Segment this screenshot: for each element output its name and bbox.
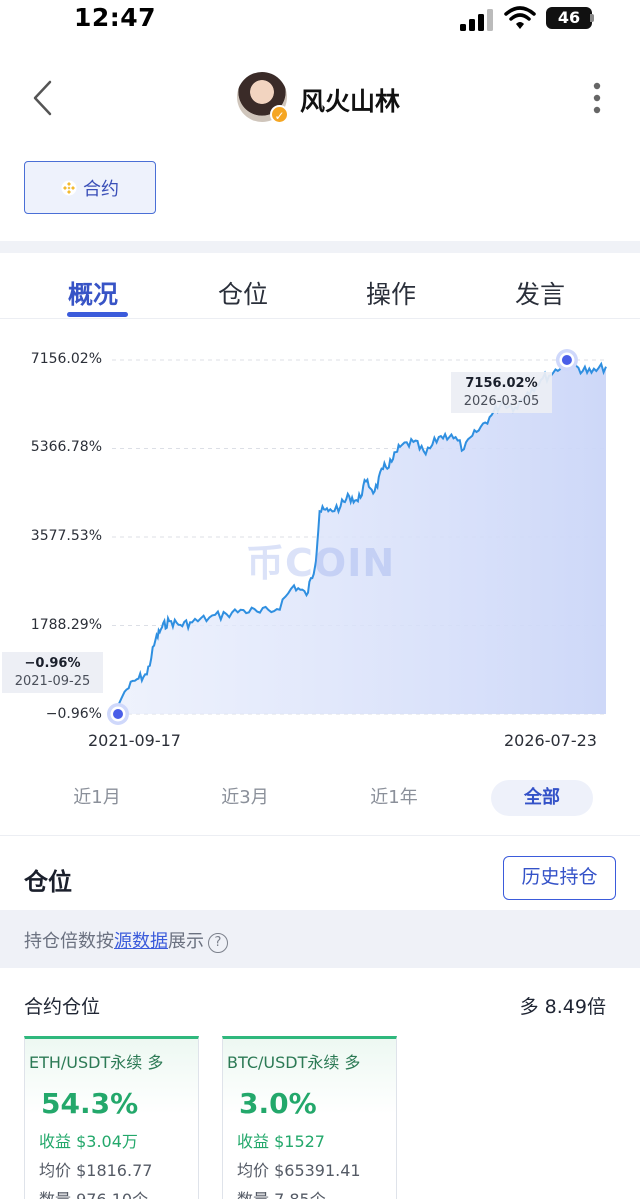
y-tick-label: 1788.29% xyxy=(30,617,102,633)
range-all[interactable]: 全部 xyxy=(491,780,593,816)
verified-badge-icon: ✓ xyxy=(270,105,289,124)
watermark: 币COIN xyxy=(246,541,396,585)
position-quantity: 数量 976.10个 xyxy=(39,1186,198,1199)
active-tab-indicator xyxy=(67,312,128,317)
back-icon[interactable] xyxy=(30,78,54,118)
start-tooltip-date: 2021-09-25 xyxy=(14,674,91,689)
tab-operations[interactable]: 操作 xyxy=(366,275,416,311)
start-tooltip: −0.96% 2021-09-25 xyxy=(2,652,103,693)
contract-filter-button[interactable]: 合约 xyxy=(24,161,156,214)
profile-header: ✓ 风火山林 xyxy=(0,60,640,136)
position-quantity: 数量 7.85个 xyxy=(237,1186,396,1199)
tab-positions[interactable]: 仓位 xyxy=(218,275,268,311)
position-card[interactable]: BTC/USDT永续 多 3.0% 收益 $1527 均价 $65391.41 … xyxy=(222,1036,397,1199)
username: 风火山林 xyxy=(300,87,401,116)
notice-text: 持仓倍数按源数据展示? xyxy=(24,927,228,953)
position-symbol: BTC/USDT永续 多 xyxy=(227,1053,361,1072)
section-divider xyxy=(0,241,640,253)
range-3-months[interactable]: 近3月 xyxy=(194,780,296,816)
position-pnl: 收益 $1527 xyxy=(237,1132,325,1151)
contract-button-label: 合约 xyxy=(83,178,119,200)
y-tick-label: 3577.53% xyxy=(30,528,102,544)
position-avg-price: 均价 $1816.77 xyxy=(39,1161,153,1180)
tab-posts[interactable]: 发言 xyxy=(515,275,565,311)
peak-marker xyxy=(555,349,578,371)
position-return: 3.0% xyxy=(239,1087,317,1120)
y-tick-label: −0.96% xyxy=(45,706,102,722)
divider xyxy=(0,835,640,836)
pnl-chart[interactable]: 7156.02% 5366.78% 3577.53% 1788.29% −0.9… xyxy=(0,320,640,770)
wifi-icon xyxy=(504,6,536,29)
position-avg-price: 均价 $65391.41 xyxy=(237,1161,361,1180)
position-card[interactable]: ETH/USDT永续 多 54.3% 收益 $3.04万 均价 $1816.77… xyxy=(24,1036,199,1199)
total-leverage: 多 8.49倍 xyxy=(519,996,606,1018)
range-1-year[interactable]: 近1年 xyxy=(343,780,445,816)
contract-positions-label: 合约仓位 xyxy=(24,996,101,1018)
status-time: 12:47 xyxy=(74,3,157,32)
battery-icon: 46 xyxy=(546,7,592,29)
tab-overview[interactable]: 概况 xyxy=(68,275,118,311)
source-data-link[interactable]: 源数据 xyxy=(114,931,168,952)
leverage-notice: 持仓倍数按源数据展示? xyxy=(0,910,640,968)
x-start-label: 2021-09-17 xyxy=(88,731,181,750)
peak-tooltip-value: 7156.02% xyxy=(465,376,538,391)
more-options-icon[interactable] xyxy=(590,78,604,118)
help-icon[interactable]: ? xyxy=(208,933,228,953)
tab-bar: 概况 仓位 操作 发言 xyxy=(0,253,640,319)
bnb-icon xyxy=(61,180,77,195)
positions-title: 仓位 xyxy=(24,868,72,896)
status-bar: 12:47 46 xyxy=(0,0,640,40)
position-symbol: ETH/USDT永续 多 xyxy=(29,1053,164,1072)
battery-cap xyxy=(590,14,594,22)
x-end-label: 2026-07-23 xyxy=(504,731,597,750)
y-tick-label: 5366.78% xyxy=(30,439,102,455)
start-tooltip-value: −0.96% xyxy=(24,656,81,671)
notice-prefix: 持仓倍数按 xyxy=(24,931,114,952)
peak-tooltip-date: 2026-03-05 xyxy=(463,394,540,409)
y-tick-label: 7156.02% xyxy=(30,351,102,367)
position-pnl: 收益 $3.04万 xyxy=(39,1132,138,1151)
signal-icon xyxy=(460,9,493,31)
time-range-selector: 近1月 近3月 近1年 全部 xyxy=(0,780,640,818)
range-1-month[interactable]: 近1月 xyxy=(46,780,148,816)
start-marker xyxy=(107,703,129,725)
peak-tooltip: 7156.02% 2026-03-05 xyxy=(451,372,552,413)
history-positions-button[interactable]: 历史持仓 xyxy=(503,856,616,900)
notice-suffix: 展示 xyxy=(168,931,204,952)
position-return: 54.3% xyxy=(41,1087,139,1120)
